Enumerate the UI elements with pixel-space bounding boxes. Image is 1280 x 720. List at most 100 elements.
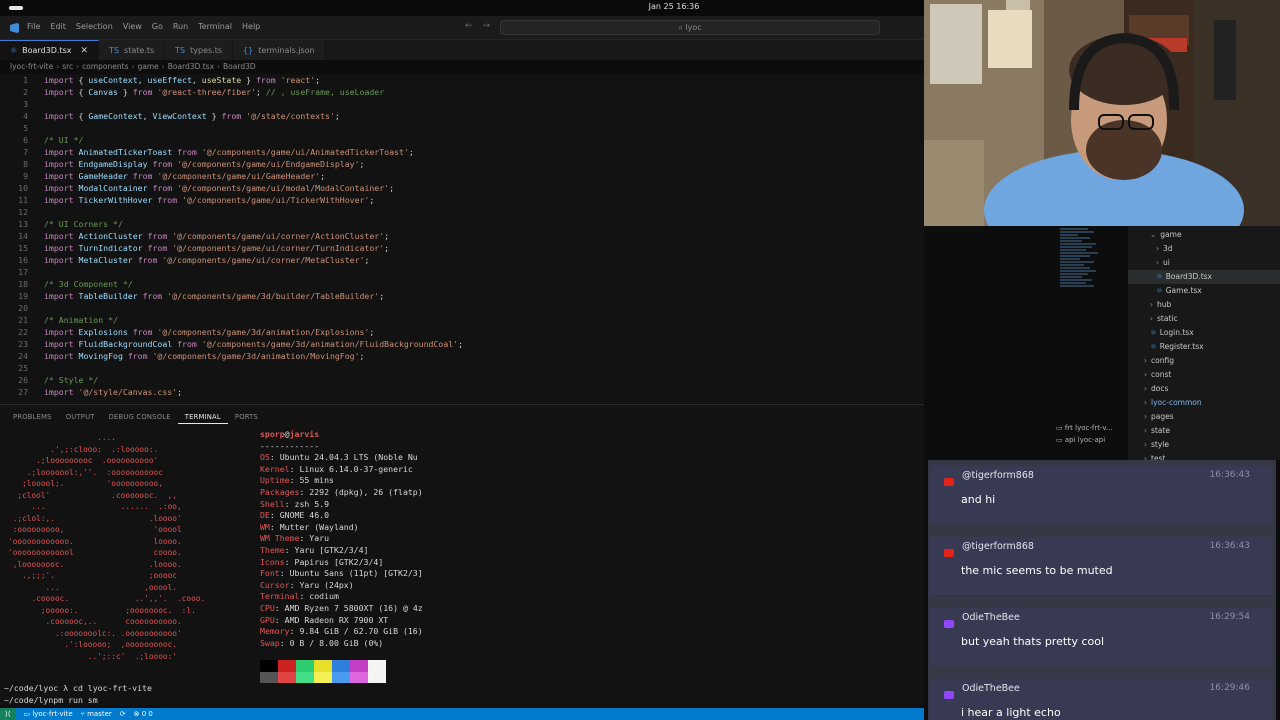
remote-indicator[interactable]: ⟩⟨ <box>0 708 16 720</box>
breadcrumb-item[interactable]: src <box>62 62 73 71</box>
breadcrumb-item[interactable]: components <box>82 62 128 71</box>
explorer-item-static[interactable]: › static <box>1128 312 1280 326</box>
explorer-item-hub[interactable]: › hub <box>1128 298 1280 312</box>
tab-types-ts[interactable]: TS types.ts <box>165 40 234 60</box>
terminal-instance[interactable]: ▭ frt lyoc-frt-v... <box>1056 424 1113 436</box>
typescript-file-icon: TS <box>175 45 186 55</box>
code-line: 4 import { GameContext, ViewContext } fro… <box>0 110 340 122</box>
line-number: 1 <box>23 75 28 85</box>
chat-timestamp: 16:36:43 <box>1209 541 1250 551</box>
command-center-search[interactable]: ⌕ lyoc <box>500 20 880 35</box>
forward-arrow-icon[interactable]: → <box>483 21 491 31</box>
code-token: Canvas <box>88 87 118 97</box>
sync-icon[interactable]: ⟳ <box>120 710 126 718</box>
line-number: 26 <box>18 375 28 385</box>
react-file-icon: ⚛ <box>1150 342 1157 351</box>
chevron-right-icon: › <box>1144 412 1147 421</box>
fetch-value: Linux 6.14.0-37-generic <box>299 463 413 474</box>
code-editor[interactable]: 1 import { useContext, useEffect, useStat… <box>0 74 924 404</box>
code-token: from <box>132 87 153 97</box>
explorer-item-label: Register.tsx <box>1159 342 1204 351</box>
breadcrumb-item[interactable]: lyoc-frt-vite <box>10 62 53 71</box>
code-token: import <box>44 243 74 253</box>
line-number: 23 <box>18 339 28 349</box>
fetch-row: Packages: 2292 (dpkg), 26 (flatp) <box>260 487 423 499</box>
palette-swatch <box>278 660 296 672</box>
menu-item-go[interactable]: Go <box>147 22 168 31</box>
back-arrow-icon[interactable]: ← <box>465 21 473 31</box>
explorer-item-pages[interactable]: › pages <box>1128 410 1280 424</box>
menu-item-view[interactable]: View <box>118 22 147 31</box>
twitch-icon <box>944 620 954 628</box>
line-number: 5 <box>23 123 28 133</box>
workspace-name[interactable]: ▭ lyoc-frt-vite <box>23 710 72 718</box>
panel-tab-terminal[interactable]: TERMINAL <box>177 411 228 424</box>
chat-message-text: but yeah thats pretty cool <box>961 635 1105 648</box>
minimap[interactable] <box>1060 228 1100 298</box>
editor-tabs: ⚛ Board3D.tsx ✕ TS state.ts TS types.ts {} termi… <box>0 40 924 60</box>
system-top-bar: Jan 25 16:36 <box>0 0 924 16</box>
tab-state-ts[interactable]: TS state.ts <box>99 40 166 60</box>
code-line: 16 import MetaCluster from '@/components/… <box>0 254 369 266</box>
explorer-item-const[interactable]: › const <box>1128 368 1280 382</box>
code-token: /* 3d Component */ <box>44 279 133 289</box>
breadcrumb-separator-icon: › <box>76 62 80 71</box>
explorer-item-docs[interactable]: › docs <box>1128 382 1280 396</box>
code-token: TickerWithHover <box>78 195 153 205</box>
code-line: 17 <box>0 266 44 278</box>
explorer-item-style[interactable]: › style <box>1128 438 1280 452</box>
fastfetch-output: sporp@jarvis ------------ OS: Ubuntu 24.04… <box>260 429 423 649</box>
menu-item-file[interactable]: File <box>22 22 45 31</box>
panel-tab-ports[interactable]: PORTS <box>228 411 265 424</box>
menu-item-run[interactable]: Run <box>168 22 193 31</box>
explorer-item-config[interactable]: › config <box>1128 354 1280 368</box>
menu-item-selection[interactable]: Selection <box>71 22 118 31</box>
breadcrumb-item[interactable]: Board3D <box>223 62 256 71</box>
code-token: ; <box>334 111 340 121</box>
fetch-colon: : <box>289 475 300 486</box>
explorer-item-state[interactable]: › state <box>1128 424 1280 438</box>
panel-tab-debug-console[interactable]: DEBUG CONSOLE <box>102 411 178 424</box>
palette-swatch <box>332 660 350 672</box>
explorer-item-game-tsx[interactable]: ⚛ Game.tsx <box>1128 284 1280 298</box>
chat-message: OdieTheBee 16:29:46 i hear a light echo <box>930 679 1272 720</box>
breadcrumb-item[interactable]: game <box>137 62 158 71</box>
code-line: 23 import FluidBackgroundCoal from '@/com… <box>0 338 463 350</box>
fetch-colon: : <box>284 544 295 555</box>
minimap-line <box>1060 264 1084 266</box>
explorer-item-lyoc-common[interactable]: › lyoc-common <box>1128 396 1280 410</box>
menu-item-help[interactable]: Help <box>237 22 265 31</box>
code-line: 21 /* Animation */ <box>0 314 118 326</box>
chat-message-text: i hear a light echo <box>961 706 1061 719</box>
tab-terminals-json[interactable]: {} terminals.json <box>233 40 326 60</box>
minimap-line <box>1060 267 1090 269</box>
tab-label: state.ts <box>124 45 155 55</box>
terminal-instance[interactable]: ▭ api lyoc-api <box>1056 436 1113 448</box>
fetch-value: 2292 (dpkg), 26 (flatp) <box>309 486 423 497</box>
code-line: 18 /* 3d Component */ <box>0 278 133 290</box>
menu-item-edit[interactable]: Edit <box>45 22 71 31</box>
explorer-item-ui[interactable]: › ui <box>1128 256 1280 270</box>
close-tab-icon[interactable]: ✕ <box>81 46 89 56</box>
explorer-item-register-tsx[interactable]: ⚛ Register.tsx <box>1128 340 1280 354</box>
terminal-prompt[interactable]: ~/code/lyoc λ cd lyoc-frt-vite ~/code/lyn… <box>4 683 152 706</box>
panel-tab-output[interactable]: OUTPUT <box>59 411 102 424</box>
panel-tab-problems[interactable]: PROBLEMS <box>6 411 59 424</box>
menu-item-terminal[interactable]: Terminal <box>193 22 237 31</box>
chat-timestamp: 16:29:46 <box>1209 683 1250 693</box>
code-token: import <box>44 195 74 205</box>
palette-swatch <box>314 660 332 672</box>
explorer-item-3d[interactable]: › 3d <box>1128 242 1280 256</box>
code-token: import <box>44 231 74 241</box>
code-line: 19 import TableBuilder from '@/components… <box>0 290 384 302</box>
explorer-item-login-tsx[interactable]: ⚛ Login.tsx <box>1128 326 1280 340</box>
explorer-item-board3d-tsx[interactable]: ⚛ Board3D.tsx <box>1128 270 1280 284</box>
youtube-icon <box>944 549 954 557</box>
problems-count[interactable]: ⊗ 0 0 <box>134 710 153 718</box>
code-token: useState <box>201 75 242 85</box>
explorer-item-label: Game.tsx <box>1165 286 1202 295</box>
git-branch[interactable]: ⑂ master <box>81 710 112 718</box>
tab-board3d-tsx[interactable]: ⚛ Board3D.tsx ✕ <box>0 40 100 60</box>
explorer-item-game[interactable]: ⌄ game <box>1128 228 1280 242</box>
breadcrumb-item[interactable]: Board3D.tsx <box>168 62 214 71</box>
